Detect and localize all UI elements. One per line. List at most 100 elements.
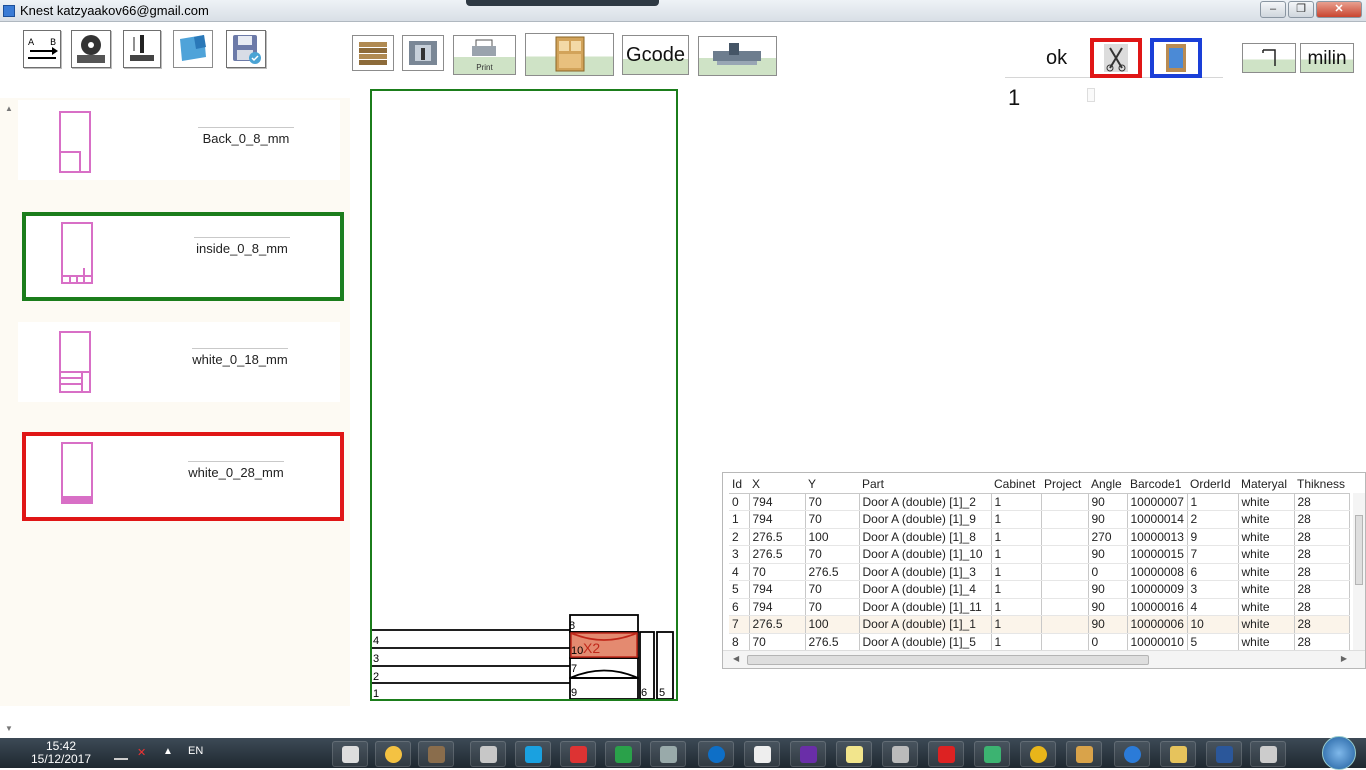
material-card-back[interactable]: Back_0_8_mm <box>18 100 340 180</box>
table-cell[interactable]: 28 <box>1294 633 1350 651</box>
table-cell[interactable]: 28 <box>1294 528 1350 546</box>
grid-vertical-scrollbar[interactable] <box>1353 493 1365 651</box>
table-cell[interactable]: 70 <box>805 493 860 511</box>
table-cell[interactable]: 1 <box>991 580 1042 599</box>
taskbar-word-icon[interactable] <box>1206 741 1242 767</box>
table-cell[interactable]: white <box>1238 510 1295 529</box>
table-cell[interactable]: 4 <box>1187 598 1239 616</box>
table-cell[interactable]: white <box>1238 615 1295 634</box>
grid-horizontal-scrollbar[interactable]: ◀ ▶ <box>723 650 1365 668</box>
table-cell[interactable]: 90 <box>1088 598 1128 616</box>
taskbar-skype-icon[interactable] <box>515 741 551 767</box>
table-cell[interactable]: 1 <box>991 493 1042 511</box>
table-cell[interactable]: 0 <box>729 493 750 511</box>
column-header[interactable]: OrderId <box>1187 475 1238 494</box>
table-cell[interactable] <box>1041 615 1089 634</box>
drill-icon[interactable] <box>123 30 161 68</box>
label-icon[interactable] <box>173 30 213 68</box>
taskbar-app-icon[interactable] <box>1066 741 1102 767</box>
table-cell[interactable]: 5 <box>1187 633 1239 651</box>
left-scroll-down-icon[interactable]: ▼ <box>5 724 13 733</box>
taskbar-app-icon[interactable] <box>470 741 506 767</box>
table-row[interactable]: 6 794 70 Door A (double) [1]_11 1 90 10000016 4… <box>729 598 1350 616</box>
table-cell[interactable]: 1 <box>991 633 1042 651</box>
table-cell[interactable]: white <box>1238 598 1295 616</box>
table-cell[interactable]: 6 <box>1187 563 1239 581</box>
volume-muted-icon[interactable]: ✕ <box>137 746 151 760</box>
table-cell[interactable]: 28 <box>1294 493 1350 511</box>
table-cell[interactable]: 1 <box>729 510 750 529</box>
table-row[interactable]: 0 794 70 Door A (double) [1]_2 1 90 10000007 1 w… <box>729 493 1350 511</box>
signal-icon[interactable] <box>114 748 128 760</box>
scroll-right-icon[interactable]: ▶ <box>1341 654 1347 663</box>
table-cell[interactable] <box>1041 633 1089 651</box>
table-cell[interactable] <box>1041 545 1089 564</box>
table-cell[interactable]: white <box>1238 493 1295 511</box>
table-cell[interactable]: 4 <box>729 563 750 581</box>
table-cell[interactable]: Door A (double) [1]_9 <box>859 510 992 529</box>
taskbar-chrome-icon[interactable] <box>1020 741 1056 767</box>
table-cell[interactable]: 1 <box>991 615 1042 634</box>
machine-icon[interactable] <box>402 35 444 71</box>
column-header[interactable]: Y <box>805 475 859 494</box>
parts-grid[interactable]: Id X Y Part Cabinet Project Angle Barcod… <box>722 472 1366 669</box>
table-cell[interactable]: 70 <box>805 545 860 564</box>
table-cell[interactable]: Door A (double) [1]_1 <box>859 615 992 634</box>
table-row[interactable]: 3 276.5 70 Door A (double) [1]_10 1 90 1000001… <box>729 545 1350 564</box>
table-cell[interactable] <box>1041 563 1089 581</box>
table-cell[interactable]: Door A (double) [1]_2 <box>859 493 992 511</box>
table-cell[interactable]: 28 <box>1294 563 1350 581</box>
table-cell[interactable]: Door A (double) [1]_4 <box>859 580 992 599</box>
table-cell[interactable]: 90 <box>1088 545 1128 564</box>
table-row[interactable]: 7 276.5 100 Door A (double) [1]_1 1 90 1000000… <box>729 615 1350 634</box>
table-cell[interactable]: 28 <box>1294 510 1350 529</box>
column-header[interactable]: Barcode1 <box>1127 475 1187 494</box>
table-cell[interactable]: 1 <box>991 563 1042 581</box>
table-row[interactable]: 8 70 276.5 Door A (double) [1]_5 1 0 10000010 5… <box>729 633 1350 651</box>
table-cell[interactable]: 10 <box>1187 615 1239 634</box>
table-cell[interactable]: 2 <box>729 528 750 546</box>
table-cell[interactable]: 1 <box>991 528 1042 546</box>
minimize-button[interactable]: – <box>1260 1 1286 18</box>
taskbar-app-icon[interactable] <box>928 741 964 767</box>
table-row[interactable]: 5 794 70 Door A (double) [1]_4 1 90 10000009 3 w… <box>729 580 1350 599</box>
table-row[interactable]: 2 276.5 100 Door A (double) [1]_8 1 270 100000… <box>729 528 1350 546</box>
table-cell[interactable]: Door A (double) [1]_8 <box>859 528 992 546</box>
table-cell[interactable]: 10000014 <box>1127 510 1188 529</box>
table-cell[interactable]: 10000008 <box>1127 563 1188 581</box>
table-cell[interactable]: 10000010 <box>1127 633 1188 651</box>
table-row[interactable]: 1 794 70 Door A (double) [1]_9 1 90 10000014 2 w… <box>729 510 1350 529</box>
table-cell[interactable]: 90 <box>1088 493 1128 511</box>
table-cell[interactable]: 100 <box>805 615 860 634</box>
table-cell[interactable]: 6 <box>729 598 750 616</box>
gcode-button[interactable]: Gcode <box>622 35 689 75</box>
table-cell[interactable]: 10000006 <box>1127 615 1188 634</box>
table-cell[interactable]: 100 <box>805 528 860 546</box>
table-cell[interactable]: 9 <box>1187 528 1239 546</box>
table-cell[interactable]: white <box>1238 633 1295 651</box>
table-cell[interactable]: 70 <box>805 580 860 599</box>
table-cell[interactable]: Door A (double) [1]_5 <box>859 633 992 651</box>
taskbar-keyboard-icon[interactable] <box>744 741 780 767</box>
column-header[interactable]: Part <box>859 475 991 494</box>
table-cell[interactable]: 1 <box>991 545 1042 564</box>
table-cell[interactable]: 70 <box>805 510 860 529</box>
table-cell[interactable]: 5 <box>729 580 750 599</box>
table-cell[interactable]: 794 <box>749 580 806 599</box>
table-cell[interactable]: 794 <box>749 510 806 529</box>
table-cell[interactable]: 28 <box>1294 598 1350 616</box>
table-cell[interactable]: 28 <box>1294 545 1350 564</box>
table-cell[interactable]: 90 <box>1088 615 1128 634</box>
scroll-left-icon[interactable]: ◀ <box>733 654 739 663</box>
taskbar-clock[interactable]: 15:42 15/12/2017 <box>20 740 102 766</box>
save-icon[interactable] <box>226 30 266 68</box>
table-cell[interactable]: 276.5 <box>805 633 860 651</box>
column-header[interactable]: Id <box>729 475 749 494</box>
table-cell[interactable]: Door A (double) [1]_3 <box>859 563 992 581</box>
table-cell[interactable] <box>1041 528 1089 546</box>
taskbar-qq-icon[interactable] <box>375 741 411 767</box>
table-cell[interactable]: 10000016 <box>1127 598 1188 616</box>
table-cell[interactable]: white <box>1238 528 1295 546</box>
taskbar-explorer-icon[interactable] <box>1160 741 1196 767</box>
column-header[interactable]: Project <box>1041 475 1088 494</box>
